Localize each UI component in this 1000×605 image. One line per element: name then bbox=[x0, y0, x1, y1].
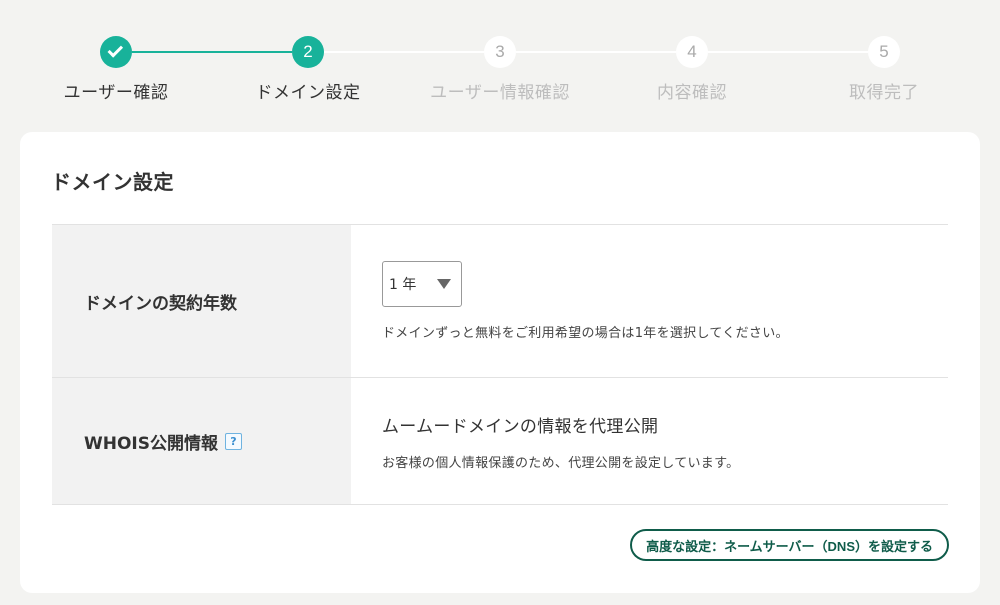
advanced-dns-settings-button[interactable]: 高度な設定：ネームサーバー（DNS）を設定する bbox=[630, 529, 949, 561]
step-5: 5 取得完了 bbox=[784, 36, 984, 103]
check-icon bbox=[107, 42, 124, 58]
step-2-label: ドメイン設定 bbox=[255, 83, 361, 103]
contract-years-hint: ドメインずっと無料をご利用希望の場合は1年を選択してください。 bbox=[382, 326, 789, 341]
whois-label: WHOIS公開情報 bbox=[84, 433, 218, 454]
step-connector-2 bbox=[324, 51, 484, 53]
whois-row: WHOIS公開情報 ? ムームードメインの情報を代理公開 お客様の個人情報保護の… bbox=[52, 378, 948, 505]
whois-cell: ムームードメインの情報を代理公開 お客様の個人情報保護のため、代理公開を設定して… bbox=[351, 378, 948, 504]
step-4: 4 内容確認 bbox=[592, 36, 792, 103]
progress-stepper: ユーザー確認 2 ドメイン設定 3 ユーザー情報確認 4 内容確認 5 取得完了 bbox=[0, 0, 1000, 120]
contract-years-select-value: 1 年 bbox=[389, 277, 417, 293]
step-3-circle: 3 bbox=[484, 36, 516, 68]
caret-down-icon bbox=[437, 279, 451, 289]
whois-label-cell: WHOIS公開情報 ? bbox=[52, 378, 351, 504]
contract-years-select[interactable]: 1 年 bbox=[382, 261, 462, 307]
whois-value: ムームードメインの情報を代理公開 bbox=[382, 416, 659, 437]
step-2: 2 ドメイン設定 bbox=[208, 36, 408, 103]
domain-settings-card: ドメイン設定 ドメインの契約年数 1 年 ドメインずっと無料をご利用希望の場合は… bbox=[20, 132, 980, 593]
contract-years-row: ドメインの契約年数 1 年 ドメインずっと無料をご利用希望の場合は1年を選択して… bbox=[52, 225, 948, 378]
contract-years-label: ドメインの契約年数 bbox=[52, 225, 351, 377]
card-title: ドメイン設定 bbox=[51, 170, 174, 194]
settings-form-table: ドメインの契約年数 1 年 ドメインずっと無料をご利用希望の場合は1年を選択して… bbox=[52, 224, 948, 505]
step-5-label: 取得完了 bbox=[849, 83, 919, 103]
step-3: 3 ユーザー情報確認 bbox=[400, 36, 600, 103]
step-connector-3 bbox=[516, 51, 676, 53]
step-4-label: 内容確認 bbox=[657, 83, 727, 103]
step-4-circle: 4 bbox=[676, 36, 708, 68]
step-1-circle bbox=[100, 36, 132, 68]
step-connector-4 bbox=[708, 51, 868, 53]
step-2-circle: 2 bbox=[292, 36, 324, 68]
help-icon[interactable]: ? bbox=[225, 432, 242, 450]
step-1: ユーザー確認 bbox=[16, 36, 216, 103]
step-3-label: ユーザー情報確認 bbox=[430, 83, 570, 103]
step-5-circle: 5 bbox=[868, 36, 900, 68]
step-connector-1 bbox=[132, 51, 292, 53]
step-1-label: ユーザー確認 bbox=[63, 83, 169, 103]
contract-years-cell: 1 年 ドメインずっと無料をご利用希望の場合は1年を選択してください。 bbox=[351, 225, 948, 377]
whois-hint: お客様の個人情報保護のため、代理公開を設定しています。 bbox=[382, 455, 740, 471]
